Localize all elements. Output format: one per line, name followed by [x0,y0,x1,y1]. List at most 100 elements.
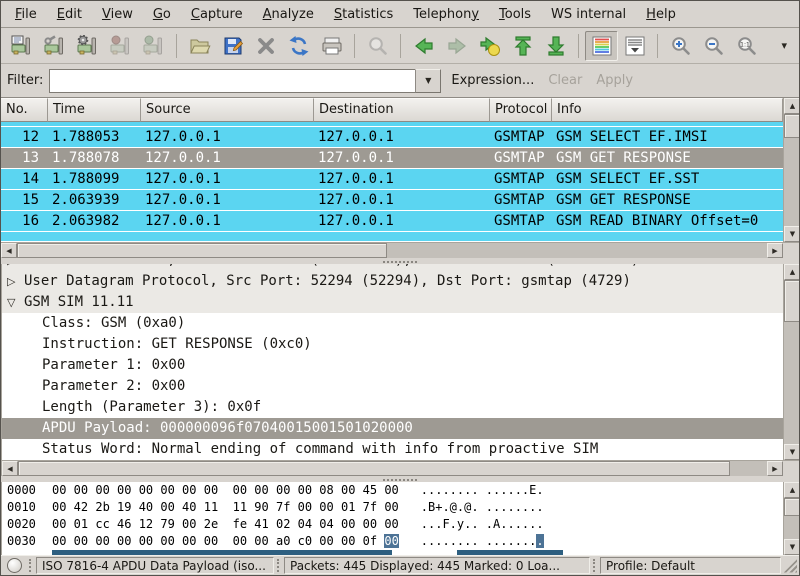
column-header-source[interactable]: Source [141,98,314,122]
packet-list-hscrollbar[interactable]: ◀ ▶ [1,242,783,258]
detail-text: User Datagram Protocol, Src Port: 52294 … [24,271,631,292]
menu-item-edit[interactable]: Edit [47,4,92,25]
details-hscrollbar[interactable]: ◀ ▶ [2,460,783,476]
details-vscrollbar[interactable]: ▲ ▼ [783,264,800,460]
go-top-button[interactable] [506,31,539,61]
column-header-no[interactable]: No. [1,98,48,122]
go-bottom-icon [545,35,567,57]
scroll-down-icon[interactable]: ▼ [784,444,800,460]
menu-item-statistics[interactable]: Statistics [324,4,403,25]
scroll-up-icon[interactable]: ▲ [784,482,800,498]
vscroll-thumb[interactable] [784,114,800,138]
hscroll-thumb[interactable] [18,461,730,476]
detail-row-1[interactable]: ▷User Datagram Protocol, Src Port: 52294… [2,271,783,292]
scroll-up-icon[interactable]: ▲ [784,264,800,280]
menu-item-view[interactable]: View [92,4,143,25]
filter-dropdown-button[interactable]: ▼ [415,69,441,93]
expert-info-icon[interactable] [7,558,22,573]
toolbar-separator [578,34,579,58]
capture-stop-button [104,31,137,61]
packet-row-13[interactable]: 131.788078127.0.0.1127.0.0.1GSMTAPGSM GE… [1,148,783,169]
detail-row-0[interactable]: ▷Internet Protocol, Src: 127.0.0.1 (127.… [2,264,783,271]
list-interfaces-button[interactable] [5,31,38,61]
print-button[interactable] [315,31,348,61]
hex-row-partial[interactable] [2,550,783,555]
reload-button[interactable] [282,31,315,61]
bytes-vscrollbar[interactable]: ▲ ▼ [783,482,800,555]
column-header-destination[interactable]: Destination [314,98,490,122]
hex-row-0020[interactable]: 002000 01 cc 46 12 79 00 2e fe 41 02 04 … [2,516,783,533]
hex-offset: 0010 [7,499,52,516]
scroll-right-icon[interactable]: ▶ [767,243,783,258]
hex-offset: 0000 [7,482,52,499]
vscroll-thumb[interactable] [784,280,800,322]
hscroll-thumb[interactable] [17,243,387,258]
expression-button[interactable]: Expression... [451,73,534,88]
open-file-button[interactable] [183,31,216,61]
packet-cell-proto: GSMTAP [490,127,552,147]
go-to-packet-button[interactable] [473,31,506,61]
menu-item-telephony[interactable]: Telephony [403,4,489,25]
column-header-info[interactable]: Info [552,98,783,122]
scroll-down-icon[interactable]: ▼ [784,226,800,242]
go-to-packet-icon [479,35,501,57]
vscroll-thumb[interactable] [784,498,800,516]
packet-row-15[interactable]: 152.063939127.0.0.1127.0.0.1GSMTAPGSM GE… [1,190,783,211]
menu-item-help[interactable]: Help [636,4,686,25]
detail-row-4[interactable]: Instruction: GET RESPONSE (0xc0) [2,334,783,355]
column-header-time[interactable]: Time [48,98,141,122]
packet-row-14[interactable]: 141.788099127.0.0.1127.0.0.1GSMTAPGSM SE… [1,169,783,190]
menu-item-file[interactable]: File [5,4,47,25]
detail-row-2[interactable]: ▽GSM SIM 11.11 [2,292,783,313]
expander-open-icon[interactable]: ▽ [7,292,21,313]
packet-cell-time: 1.788053 [48,127,141,147]
packet-cell-proto: GSMTAP [490,148,552,168]
auto-scroll-button[interactable] [618,31,651,61]
hex-row-0000[interactable]: 000000 00 00 00 00 00 00 00 00 00 00 00 … [2,482,783,499]
detail-row-3[interactable]: Class: GSM (0xa0) [2,313,783,334]
capture-start-button[interactable] [71,31,104,61]
hex-row-0010[interactable]: 001000 42 2b 19 40 00 40 11 11 90 7f 00 … [2,499,783,516]
zoom-100-button[interactable]: 1:1 [730,31,763,61]
hex-row-0030[interactable]: 003000 00 00 00 00 00 00 00 00 00 a0 c0 … [2,533,783,550]
column-header-protocol[interactable]: Protocol [490,98,552,122]
scroll-right-icon[interactable]: ▶ [767,461,783,476]
packet-list-vscrollbar[interactable]: ▲ ▼ [783,98,800,242]
menu-item-analyze[interactable]: Analyze [253,4,324,25]
filter-input[interactable] [49,69,415,93]
zoom-out-button[interactable] [697,31,730,61]
menu-item-tools[interactable]: Tools [489,4,541,25]
resize-grip[interactable] [783,559,797,573]
detail-row-9[interactable]: Status Word: Normal ending of command wi… [2,439,783,460]
close-file-button[interactable] [249,31,282,61]
capture-options-button[interactable] [38,31,71,61]
detail-row-6[interactable]: Parameter 2: 0x00 [2,376,783,397]
save-file-button[interactable] [216,31,249,61]
toolbar-overflow-button[interactable]: ▾ [773,39,795,52]
menu-item-go[interactable]: Go [143,4,181,25]
packet-row-12[interactable]: 121.788053127.0.0.1127.0.0.1GSMTAPGSM SE… [1,127,783,148]
expander-closed-icon[interactable]: ▷ [7,264,21,271]
go-back-button[interactable] [407,31,440,61]
go-bottom-button[interactable] [539,31,572,61]
menu-item-ws-internal[interactable]: WS internal [541,4,636,25]
scroll-down-icon[interactable]: ▼ [784,539,800,555]
colorize-button[interactable] [585,31,618,61]
scroll-up-icon[interactable]: ▲ [784,98,800,114]
scroll-left-icon[interactable]: ◀ [2,461,18,476]
hex-ascii: ........ ......E. [421,483,544,497]
detail-row-8[interactable]: APDU Payload: 000000096f0704001500150102… [2,418,783,439]
detail-text: Parameter 1: 0x00 [42,355,185,376]
status-field-info: ISO 7816-4 APDU Data Payload (iso... [36,557,274,574]
packet-row-partial[interactable] [1,232,783,242]
filter-toolbar: Filter: ▼ Expression... Clear Apply [1,64,799,98]
detail-row-7[interactable]: Length (Parameter 3): 0x0f [2,397,783,418]
expander-closed-icon[interactable]: ▷ [7,271,21,292]
detail-row-5[interactable]: Parameter 1: 0x00 [2,355,783,376]
menu-item-capture[interactable]: Capture [181,4,253,25]
zoom-in-button[interactable] [664,31,697,61]
find-packet-icon [367,35,389,57]
packet-row-16[interactable]: 162.063982127.0.0.1127.0.0.1GSMTAPGSM RE… [1,211,783,232]
scroll-left-icon[interactable]: ◀ [1,243,17,258]
packet-cell-src: 127.0.0.1 [141,211,314,231]
